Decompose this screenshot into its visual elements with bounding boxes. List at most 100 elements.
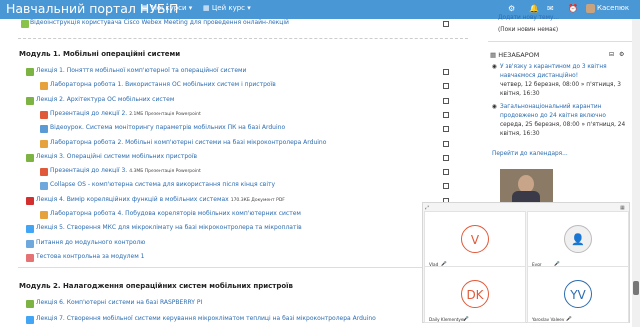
completion-checkbox[interactable] [443,21,449,27]
lab-icon [40,139,48,148]
lab-icon [40,82,48,91]
go-to-calendar-link[interactable]: Перейти до календаря... [492,151,568,157]
meeting-participants-panel: ⤢ ▦ V Vlad 🎤 👤 Evgr 🎤 DK Daily Klementyev 🎤 YV Yar… [422,202,630,323]
event1-title-1[interactable]: У зв'язку з карантином до 3 квітня [500,64,607,70]
activity-row[interactable]: Презентація до лекції 2. 2.1МБ Презентаці… [40,110,201,121]
completion-checkbox[interactable] [443,97,449,104]
activity-link[interactable]: Питання до модульного контролю [36,239,145,246]
activity-link[interactable]: Лабораторна робота 2. Мобільні комп'ютер… [50,139,326,146]
course-content: Відеоінструкція користувача Cisco Webex … [0,19,470,327]
my-courses-menu[interactable]: ▦ Мої курси ▾ [142,4,192,12]
settings-icon[interactable]: ⚙ [508,4,515,13]
completion-checkbox[interactable] [443,169,449,176]
event2-date-1: середа, 25 березня, 08:00 » п'ятниця, 24 [500,122,626,128]
participant-avatar-icon: 👤 [564,225,592,253]
chevron-down-icon: ▾ [186,4,193,12]
activity-row[interactable]: Лекція 3. Операційні системи мобільних п… [26,153,197,164]
participant-initials: YV [564,280,592,308]
activity-link[interactable]: Лабораторна робота 1. Використання ОС мо… [50,81,276,88]
bell-icon[interactable]: ⏰ [568,4,578,13]
activity-row[interactable]: Презентація до лекції 3. 4.3МБ Презентаці… [40,167,201,178]
participant-name: Yaroslav Valeev [532,317,565,322]
activity-row[interactable]: Лекція 2. Архітектура ОС мобільних систе… [26,96,174,107]
activity-link[interactable]: Лекція 3. Операційні системи мобільних п… [36,153,197,160]
lecture-icon [26,153,34,162]
block-actions-icon[interactable]: ⚙ [619,51,624,58]
completion-checkbox[interactable] [443,69,449,75]
muted-mic-icon: 🎤 [566,317,572,322]
presentation-icon [40,110,48,119]
participant-tile[interactable]: V Vlad 🎤 [424,211,526,268]
page-icon [40,182,48,191]
activity-link[interactable]: Лекція 7. Створення мобільної системи ке… [36,315,376,322]
completion-checkbox[interactable] [443,83,449,90]
add-topic-link[interactable]: Додати нову тему... [498,15,559,21]
completion-checkbox[interactable] [443,140,449,147]
activity-row[interactable]: Питання до модульного контролю [26,239,145,250]
lecture-icon [26,300,34,308]
participant-tile[interactable]: YV Yaroslav Valeev 🎤 [527,266,629,323]
activity-link[interactable]: Відеоурок. Система моніторингу параметрі… [50,124,285,131]
presentation-icon [40,168,48,177]
scrollbar-thumb[interactable] [633,281,639,295]
event-icon: ◉ [492,104,498,110]
activity-link[interactable]: Тестова контрольна за модулем 1 [36,253,144,260]
lab-icon [40,211,48,219]
chat-icon[interactable]: ✉ [547,4,554,13]
activity-link[interactable]: Презентація до лекції 3. [50,167,127,174]
file-meta: 4.3МБ Презентація Powerpoint [129,169,201,175]
activity-link[interactable]: Лекція 2. Архітектура ОС мобільних систе… [36,96,174,103]
this-course-menu[interactable]: ▦ Цей курс ▾ [203,4,251,12]
completion-checkbox[interactable] [443,126,449,133]
grid-icon: ▦ [203,4,212,12]
page-scrollbar[interactable] [632,19,640,327]
lecture-icon [26,68,34,76]
calendar-icon: ▦ [490,51,499,59]
activity-row[interactable]: Лабораторна робота 2. Мобільні комп'ютер… [40,139,326,150]
activity-row[interactable]: Тестова контрольна за модулем 1 [26,253,144,264]
activity-link[interactable]: Лекція 4. Вимір кореляційних функцій в м… [36,196,229,203]
activity-link[interactable]: Лекція 1. Поняття мобільної комп'ютерної… [36,67,246,74]
completion-checkbox[interactable] [443,111,449,118]
notifications-icon[interactable]: 🔔 [529,4,539,13]
activity-link[interactable]: Collapse OS - комп'ютерна система для ви… [50,181,275,188]
participant-tile[interactable]: DK Daily Klementyev 🎤 [424,266,526,323]
grid-icon: ▦ [142,4,151,12]
activity-row[interactable]: Відеоурок. Система моніторингу параметрі… [40,124,285,135]
this-course-label: Цей курс [211,4,246,12]
activity-row[interactable]: Collapse OS - комп'ютерна система для ви… [40,181,275,192]
activity-row[interactable]: Лекція 7. Створення мобільної системи ке… [26,315,376,326]
pdf-icon [26,196,34,205]
activity-link[interactable]: Лабораторна робота 4. Побудова корелятор… [50,210,301,217]
quiz-icon [26,253,34,262]
module1-title: Модуль 1. Мобільні операційні системи [19,50,181,58]
activity-link[interactable]: Лекція 5. Створення МКС для мікроклімату… [36,224,302,231]
section-divider [18,267,468,268]
participant-initials: V [461,225,489,253]
video-icon [21,20,29,28]
webex-instructions-row[interactable]: Відеоінструкція користувача Cisco Webex … [21,19,289,30]
activity-row[interactable]: Лекція 4. Вимір кореляційних функцій в м… [26,196,285,207]
webex-instructions-link[interactable]: Відеоінструкція користувача Cisco Webex … [30,19,289,26]
activity-row[interactable]: Лекція 6. Комп'ютерні системи на базі RA… [26,299,202,310]
completion-checkbox[interactable] [443,154,449,161]
activity-row[interactable]: Лекція 1. Поняття мобільної комп'ютерної… [26,67,246,78]
activity-row[interactable]: Лекція 5. Створення МКС для мікроклімату… [26,224,302,235]
collapse-block-icon[interactable]: ⊟ [609,51,614,58]
activity-row[interactable]: Лабораторна робота 4. Побудова корелятор… [40,210,301,221]
activity-link[interactable]: Лекція 6. Комп'ютерні системи на базі RA… [36,299,202,306]
lecture-icon [26,96,34,105]
participant-tile[interactable]: 👤 Evgr 🎤 [527,211,629,268]
activity-link[interactable]: Презентація до лекції 2. [50,110,127,117]
event2-title-2[interactable]: продовжено до 24 квітня включно [500,113,606,119]
completion-checkbox[interactable] [443,183,449,190]
event2-title-1[interactable]: Загальнонаціональний карантин [500,104,601,110]
activity-row[interactable]: Лабораторна робота 1. Використання ОС мо… [40,81,276,92]
event1-title-2[interactable]: навчаємося дистанційно! [500,73,578,79]
avatar[interactable] [586,4,595,13]
no-news-text: (Поки новин немає) [498,27,559,33]
username[interactable]: Касепюк [597,4,629,12]
event1-date-1: четвер, 12 березня, 08:00 » п'ятниця, 3 [500,82,621,88]
module2-title: Модуль 2. Налагодження операційних систе… [19,282,293,290]
event-icon: ◉ [492,64,498,70]
